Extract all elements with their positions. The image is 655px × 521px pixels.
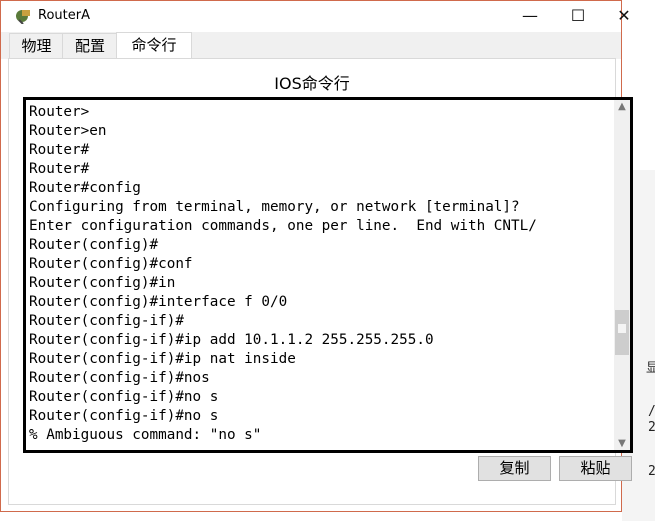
terminal-line: Router(config-if)#nos [29,370,210,386]
paste-button[interactable]: 粘贴 [559,456,632,481]
router-app-icon [16,10,30,24]
bg-text: 2 [648,464,655,479]
scroll-up-icon[interactable]: ▲ [614,101,630,112]
terminal-line: Router# [29,142,90,158]
terminal-line: Router#config [29,180,141,196]
router-window: RouterA — ☐ ✕ 物理 配置 命令行 IOS命令行 Router> Ro… [0,0,633,512]
cli-panel: IOS命令行 Router> Router>en Router# Router# Rou… [8,58,633,505]
tab-physical[interactable]: 物理 [9,33,64,60]
terminal-line: Router(config-if)#ip add 10.1.1.2 255.25… [29,332,434,348]
terminal-scrollbar[interactable]: ▲ ▼ [614,100,630,450]
minimize-button[interactable]: — [510,5,550,27]
title-bar[interactable]: RouterA — ☐ ✕ [1,1,631,31]
copy-button[interactable]: 复制 [478,456,551,481]
terminal-line: % Ambiguous command: "no s" [29,427,262,443]
window-title: RouterA [38,8,90,23]
close-button[interactable]: ✕ [604,5,644,27]
terminal-line: Router(config)#interface f 0/0 [29,294,288,310]
terminal-line: Router(config-if)# [29,313,184,329]
tab-config[interactable]: 配置 [62,33,118,60]
bg-text: 显 [646,361,655,376]
tab-bar: 物理 配置 命令行 [1,32,621,60]
terminal-line: Router# [29,161,90,177]
scroll-down-icon[interactable]: ▼ [614,438,630,449]
bg-text: 2 [648,420,655,435]
terminal-line: Router> [29,104,90,120]
terminal-line: Router(config-if)#no s [29,408,219,424]
terminal-line: Router(config-if)#no s [29,389,219,405]
bg-text: / [648,404,655,419]
terminal-line: Enter configuration commands, one per li… [29,218,537,234]
maximize-button[interactable]: ☐ [558,5,598,27]
panel-heading: IOS命令行 [274,74,350,93]
terminal-line: Router(config)# [29,237,159,253]
terminal-line: Router(config)#in [29,275,176,291]
terminal-output[interactable]: Router> Router>en Router# Router# Router#con… [23,97,633,453]
terminal-line: Configuring from terminal, memory, or ne… [29,199,520,215]
terminal-lines: Router> Router>en Router# Router# Router#con… [29,103,537,445]
tab-cli[interactable]: 命令行 [116,32,192,60]
terminal-line: Router(config)#conf [29,256,193,272]
scroll-thumb[interactable] [615,310,629,355]
terminal-line: Router>en [29,123,107,139]
terminal-line: Router(config-if)#ip nat inside [29,351,296,367]
